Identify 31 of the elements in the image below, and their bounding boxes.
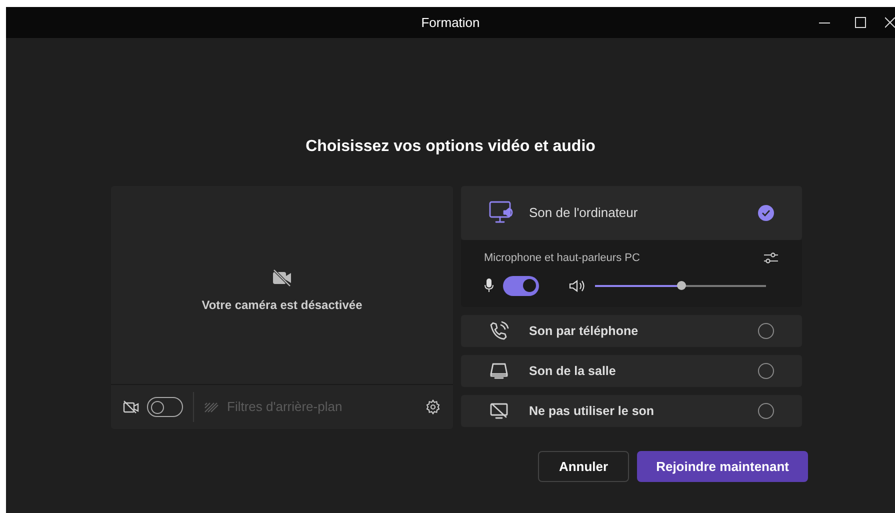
selected-check-icon — [758, 205, 774, 221]
sliders-settings-icon[interactable] — [763, 251, 779, 266]
camera-off-icon — [123, 400, 139, 414]
speaker-icon — [569, 278, 585, 292]
filters-icon — [204, 402, 219, 412]
room-speaker-icon — [489, 362, 509, 380]
device-name: Microphone et haut-parleurs PC — [484, 251, 640, 266]
microphone-toggle[interactable] — [503, 276, 539, 296]
audio-option[interactable]: Son de la salle — [461, 355, 802, 387]
settings-icon[interactable] — [425, 399, 441, 415]
no-audio-icon — [489, 402, 509, 420]
radio-icon — [758, 403, 774, 419]
radio-icon — [758, 363, 774, 379]
audio-option[interactable]: Son de l'ordinateur — [461, 186, 802, 240]
audio-option[interactable]: Son par téléphone — [461, 315, 802, 347]
camera-toggle[interactable] — [147, 397, 183, 417]
join-button[interactable]: Rejoindre maintenant — [637, 451, 808, 482]
radio-icon — [758, 323, 774, 339]
close-icon — [885, 17, 895, 28]
cancel-button[interactable]: Annuler — [538, 451, 630, 482]
dialog-heading: Choisissez vos options vidéo et audio — [304, 137, 596, 157]
audio-option[interactable]: Ne pas utiliser le son — [461, 395, 802, 427]
phone-icon — [489, 321, 509, 341]
volume-slider[interactable] — [595, 280, 766, 290]
minimize-icon — [818, 22, 830, 24]
window-title: Formation — [421, 14, 480, 32]
maximize-icon — [854, 17, 866, 28]
camera-off-icon — [272, 268, 292, 286]
microphone-icon — [484, 278, 494, 293]
camera-status-text: Votre caméra est désactivée — [202, 296, 362, 314]
monitor-speaker-icon — [489, 201, 515, 225]
